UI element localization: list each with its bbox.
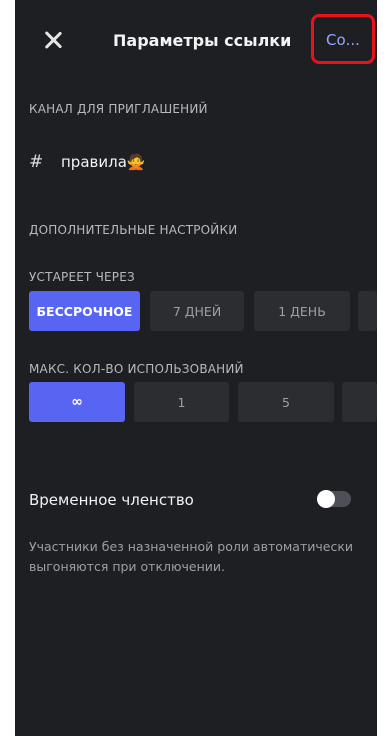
- expire-option-1-day[interactable]: 1 ДЕНЬ: [254, 291, 350, 331]
- max-uses-option-5[interactable]: 5: [238, 382, 334, 422]
- max-uses-option-unlimited[interactable]: ∞: [29, 382, 125, 422]
- header: Параметры ссылки Со...: [15, 0, 377, 82]
- advanced-settings-section-label: ДОПОЛНИТЕЛЬНЫЕ НАСТРОЙКИ: [29, 223, 238, 237]
- expire-option-never[interactable]: БЕССРОЧНОЕ: [29, 291, 140, 331]
- close-icon[interactable]: [41, 28, 65, 52]
- max-uses-option-more[interactable]: [342, 382, 377, 422]
- expire-option-7-days[interactable]: 7 ДНЕЙ: [150, 291, 244, 331]
- hash-icon: #: [29, 152, 44, 172]
- expire-option-more[interactable]: [358, 291, 377, 331]
- invite-settings-screen: Параметры ссылки Со... КАНАЛ ДЛЯ ПРИГЛАШ…: [15, 0, 377, 736]
- channel-name: правила🙅: [61, 153, 146, 171]
- invite-channel-section-label: КАНАЛ ДЛЯ ПРИГЛАШЕНИЙ: [29, 102, 208, 116]
- save-button[interactable]: Со...: [326, 31, 360, 49]
- channel-name-text: правила: [61, 153, 127, 171]
- temporary-membership-description: Участники без назначенной роли автоматич…: [29, 539, 353, 574]
- toggle-knob: [317, 490, 335, 508]
- page-title: Параметры ссылки: [113, 31, 292, 50]
- temporary-membership-toggle[interactable]: [317, 490, 351, 508]
- temporary-membership-label: Временное членство: [29, 491, 194, 509]
- max-uses-label: МАКС. КОЛ-ВО ИСПОЛЬЗОВАНИЙ: [29, 362, 244, 376]
- channel-emoji: 🙅: [126, 153, 146, 171]
- expires-label: УСТАРЕЕТ ЧЕРЕЗ: [29, 270, 135, 284]
- max-uses-option-1[interactable]: 1: [134, 382, 229, 422]
- save-button-highlight: Со...: [311, 14, 375, 64]
